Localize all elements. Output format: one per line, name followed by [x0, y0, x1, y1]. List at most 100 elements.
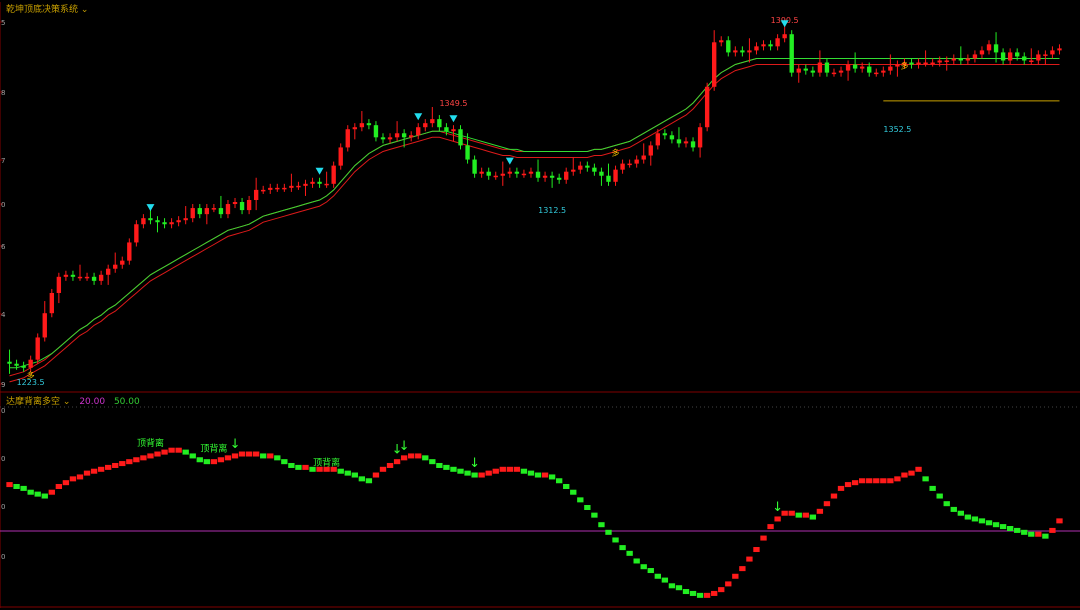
- sub-bar: [386, 462, 394, 468]
- candle-body: [98, 274, 104, 281]
- chevron-down-icon[interactable]: ⌄: [63, 397, 71, 407]
- candle-body: [585, 165, 590, 168]
- candle-body: [627, 163, 632, 166]
- sub-bar: [985, 520, 993, 526]
- sub-panel-header[interactable]: 达摩背离多空 ⌄ 20.00 50.00: [6, 394, 140, 407]
- candle-body: [56, 276, 62, 293]
- sub-bar: [809, 514, 817, 520]
- axis-tick-label: 5: [1, 19, 5, 27]
- sub-bar: [541, 472, 549, 478]
- sub-bar: [154, 451, 161, 457]
- sub-bar: [520, 468, 528, 474]
- sub-bar: [555, 478, 563, 484]
- candle-body: [430, 119, 435, 124]
- candle-body: [401, 133, 407, 138]
- candle-body: [930, 62, 935, 65]
- divergence-label: 顶背离: [200, 443, 227, 455]
- sub-bar: [513, 466, 521, 472]
- sub-bar: [971, 516, 979, 522]
- candle-body: [831, 72, 837, 75]
- duo-signal-label: 多: [900, 61, 908, 71]
- sub-bar: [894, 476, 901, 482]
- sub-bar: [379, 466, 387, 472]
- sub-bar: [210, 459, 218, 465]
- candle-body: [606, 175, 611, 182]
- sub-bar: [957, 510, 964, 516]
- candle-body: [120, 260, 125, 265]
- sub-bar: [788, 510, 795, 516]
- sub-bar: [69, 476, 77, 482]
- sub-bar: [682, 589, 690, 595]
- sub-bar: [654, 573, 661, 579]
- sub-axis-tick-label: 0: [1, 503, 5, 511]
- sub-bar: [6, 482, 13, 488]
- sub-bar: [534, 472, 542, 478]
- sub-bar: [619, 545, 626, 551]
- sub-bar: [105, 464, 112, 470]
- sub-bar: [633, 558, 640, 564]
- sub-bar: [929, 485, 936, 491]
- sub-bar: [478, 472, 485, 478]
- sub-bar: [823, 501, 831, 507]
- candle-body: [373, 125, 379, 138]
- sub-bar: [992, 522, 1000, 528]
- sub-bar: [527, 470, 535, 476]
- sub-bar: [457, 468, 464, 474]
- candle-body: [747, 50, 752, 53]
- axis-tick-label: 7: [1, 157, 5, 165]
- candle-body: [105, 268, 111, 275]
- sub-bar: [13, 483, 20, 489]
- candle-body: [359, 123, 365, 128]
- candle-body: [803, 68, 808, 71]
- candle-body: [655, 133, 661, 146]
- sub-bar: [851, 480, 859, 486]
- candle-body: [817, 62, 823, 73]
- candle-body: [479, 171, 484, 174]
- candle-body: [690, 141, 696, 148]
- sub-bar: [577, 497, 584, 503]
- candle-body: [1029, 60, 1034, 62]
- sub-axis-tick-label: 0: [1, 553, 5, 561]
- axis-tick-label: 8: [1, 89, 5, 97]
- candle-body: [465, 145, 470, 160]
- sub-bar: [344, 470, 351, 476]
- candle-body: [261, 189, 266, 192]
- sub-bar: [372, 472, 380, 478]
- sub-bar: [443, 464, 450, 470]
- sub-bar: [950, 506, 957, 512]
- main-panel-header[interactable]: 乾坤顶底决策系统 ⌄: [6, 2, 88, 15]
- candle-body: [42, 313, 47, 338]
- sub-bar: [1006, 526, 1014, 532]
- sub-bar: [668, 583, 676, 589]
- sub-bar: [915, 466, 922, 472]
- sub-bar: [274, 455, 281, 461]
- candle-body: [782, 34, 787, 39]
- sub-bar: [422, 455, 429, 461]
- sub-bar: [802, 512, 809, 518]
- sub-bar: [795, 512, 802, 518]
- candle-body: [113, 264, 118, 269]
- sub-bar: [1042, 533, 1049, 539]
- sub-bar: [1056, 518, 1063, 524]
- candle-body: [507, 171, 513, 174]
- sub-bar: [119, 461, 126, 467]
- sub-bar: [767, 524, 774, 530]
- candle-body: [246, 199, 252, 211]
- chevron-down-icon[interactable]: ⌄: [81, 5, 89, 15]
- candle-body: [852, 64, 858, 69]
- candle-body: [733, 50, 738, 53]
- candle-body: [648, 145, 653, 156]
- sub-bar: [450, 466, 457, 472]
- sub-bar: [337, 468, 344, 474]
- candle-body: [331, 165, 336, 184]
- duo-signal-label: 多: [27, 370, 35, 380]
- candle-body: [310, 181, 315, 184]
- sub-bar: [408, 453, 415, 459]
- sub-bar: [182, 449, 189, 455]
- candle-body: [134, 224, 139, 243]
- sub-bar: [901, 472, 908, 478]
- band-lower-line: [9, 64, 1060, 383]
- candle-body: [127, 242, 132, 261]
- candle-body: [176, 220, 181, 223]
- candle-body: [317, 181, 322, 184]
